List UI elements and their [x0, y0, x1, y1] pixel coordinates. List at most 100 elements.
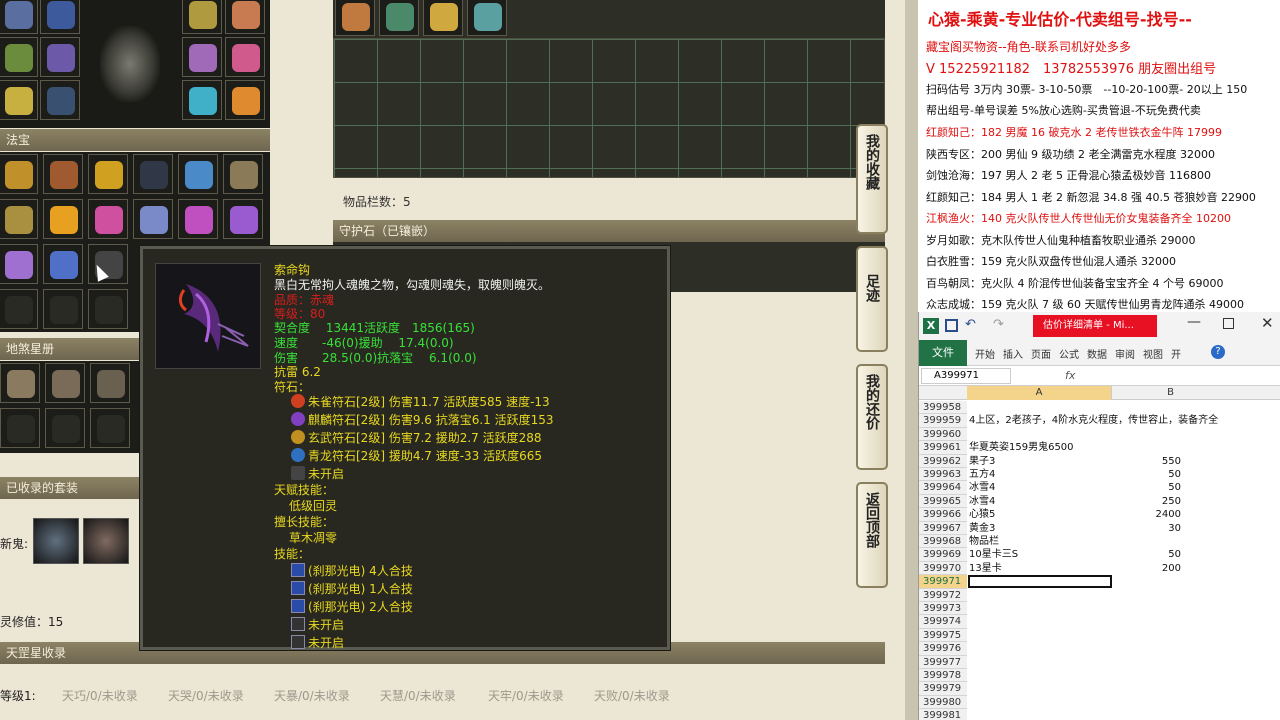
sheet-row[interactable]: 399971	[919, 575, 1280, 589]
row-number[interactable]: 399960	[919, 427, 967, 442]
row-number[interactable]: 399964	[919, 481, 967, 495]
fabao-slot[interactable]	[88, 244, 128, 284]
cell-a[interactable]: 心猿5	[969, 508, 995, 521]
row-number[interactable]: 399959	[919, 414, 967, 428]
tab-home[interactable]: 开始	[975, 346, 995, 361]
sheet-row[interactable]: 399965 冰雪4 250	[919, 494, 1280, 509]
undo-icon[interactable]: ↶	[965, 317, 976, 332]
fabao-slot[interactable]	[178, 199, 218, 239]
sheet-row[interactable]: 399961 华夏英姿159男鬼6500	[919, 441, 1280, 455]
fabao-slot[interactable]	[133, 154, 173, 194]
cell-a[interactable]: 黄金3	[969, 522, 995, 535]
fabao-slot[interactable]	[178, 154, 218, 194]
minimize-icon[interactable]: —	[1187, 314, 1201, 330]
maximize-icon[interactable]	[1223, 318, 1234, 329]
fabao-slot[interactable]	[223, 199, 263, 239]
sheet-row[interactable]: 399973	[919, 602, 1280, 616]
sheet-row[interactable]: 399964 冰雪4 50	[919, 481, 1280, 495]
cell-b[interactable]: 250	[1079, 495, 1189, 508]
equip-slot[interactable]	[182, 0, 222, 34]
inventory-slot[interactable]	[379, 0, 419, 36]
set-thumb[interactable]	[33, 518, 79, 564]
redo-icon[interactable]: ↷	[993, 317, 1004, 332]
cell-b[interactable]: 30	[1079, 522, 1189, 535]
row-number[interactable]: 399969	[919, 548, 967, 562]
fabao-slot[interactable]	[0, 199, 38, 239]
sheet-row[interactable]: 399970 13星卡 200	[919, 561, 1280, 576]
row-number[interactable]: 399963	[919, 468, 967, 482]
equip-slot[interactable]	[225, 0, 265, 34]
equip-slot[interactable]	[0, 0, 38, 34]
help-icon[interactable]: ?	[1211, 345, 1225, 359]
row-number[interactable]: 399971	[919, 575, 967, 589]
fabao-slot[interactable]	[133, 199, 173, 239]
row-number[interactable]: 399958	[919, 401, 967, 415]
row-number[interactable]: 399978	[919, 669, 967, 683]
disha-slot[interactable]	[45, 363, 85, 403]
cell-a[interactable]: 五方4	[969, 468, 995, 481]
tab-insert[interactable]: 插入	[1003, 346, 1023, 361]
fabao-slot[interactable]	[0, 289, 38, 329]
cell-a[interactable]: 果子3	[969, 455, 995, 468]
sheet-row[interactable]: 399969 10星卡三S 50	[919, 548, 1280, 562]
disha-slot[interactable]	[45, 408, 85, 448]
fabao-slot[interactable]	[43, 289, 83, 329]
row-number[interactable]: 399968	[919, 535, 967, 549]
sheet-row[interactable]: 399958	[919, 401, 1280, 415]
row-number[interactable]: 399973	[919, 602, 967, 616]
inventory-slot[interactable]	[423, 0, 463, 36]
sheet-row[interactable]: 399974	[919, 615, 1280, 629]
save-icon[interactable]	[945, 319, 958, 332]
row-number[interactable]: 399972	[919, 588, 967, 602]
cell-b[interactable]: 50	[1079, 481, 1189, 494]
inventory-grid[interactable]	[333, 38, 885, 178]
disha-slot[interactable]	[90, 408, 130, 448]
sheet-row[interactable]: 399966 心猿5 2400	[919, 508, 1280, 522]
equip-slot[interactable]	[40, 37, 80, 77]
tab-page[interactable]: 页面	[1031, 346, 1051, 361]
sheet-row[interactable]: 399968 物品栏	[919, 535, 1280, 549]
sheet-row[interactable]: 399960	[919, 427, 1280, 442]
equip-slot[interactable]	[40, 0, 80, 34]
cell-b[interactable]: 50	[1079, 468, 1189, 481]
sheet-row[interactable]: 399980	[919, 695, 1280, 710]
cell-a[interactable]: 4上区，2老孩子，4阶水克火程度，传世容止，装备齐全	[969, 414, 1218, 427]
fabao-slot[interactable]	[88, 199, 128, 239]
cell-a[interactable]: 物品栏	[969, 535, 999, 548]
set-thumb[interactable]	[83, 518, 129, 564]
cell-a[interactable]: 13星卡	[969, 562, 1002, 575]
fabao-slot[interactable]	[88, 154, 128, 194]
disha-slot[interactable]	[90, 363, 130, 403]
equip-slot[interactable]	[225, 80, 265, 120]
row-number[interactable]: 399974	[919, 615, 967, 629]
cell-a[interactable]: 10星卡三S	[969, 548, 1018, 561]
cell-b[interactable]: 50	[1079, 548, 1189, 561]
tab-review[interactable]: 审阅	[1115, 346, 1135, 361]
tab-formula[interactable]: 公式	[1059, 346, 1079, 361]
inventory-slot[interactable]	[335, 0, 375, 36]
sheet-row[interactable]: 399959 4上区，2老孩子，4阶水克火程度，传世容止，装备齐全	[919, 414, 1280, 428]
back-to-top-button[interactable]: 返回顶部	[856, 482, 888, 588]
fabao-slot[interactable]	[43, 199, 83, 239]
row-number[interactable]: 399967	[919, 521, 967, 535]
row-number[interactable]: 399970	[919, 561, 967, 576]
inventory-slot[interactable]	[467, 0, 507, 36]
my-counteroffer-button[interactable]: 我的还价	[856, 364, 888, 470]
sheet-row[interactable]: 399972	[919, 588, 1280, 602]
row-number[interactable]: 399975	[919, 628, 967, 643]
cell-b[interactable]: 200	[1079, 562, 1189, 575]
sheet-row[interactable]: 399963 五方4 50	[919, 468, 1280, 482]
fabao-slot[interactable]	[0, 244, 38, 284]
fx-icon[interactable]: fx	[1065, 369, 1075, 382]
close-icon[interactable]: ✕	[1261, 314, 1274, 332]
sheet-row[interactable]: 399978	[919, 669, 1280, 683]
sheet-row[interactable]: 399976	[919, 642, 1280, 656]
row-number[interactable]: 399977	[919, 655, 967, 669]
fabao-slot[interactable]	[88, 289, 128, 329]
cell-b[interactable]: 2400	[1079, 508, 1189, 521]
row-number[interactable]: 399980	[919, 695, 967, 710]
equip-slot[interactable]	[182, 80, 222, 120]
cell-a[interactable]: 冰雪4	[969, 495, 995, 508]
fabao-slot[interactable]	[43, 154, 83, 194]
row-number[interactable]: 399965	[919, 494, 967, 509]
